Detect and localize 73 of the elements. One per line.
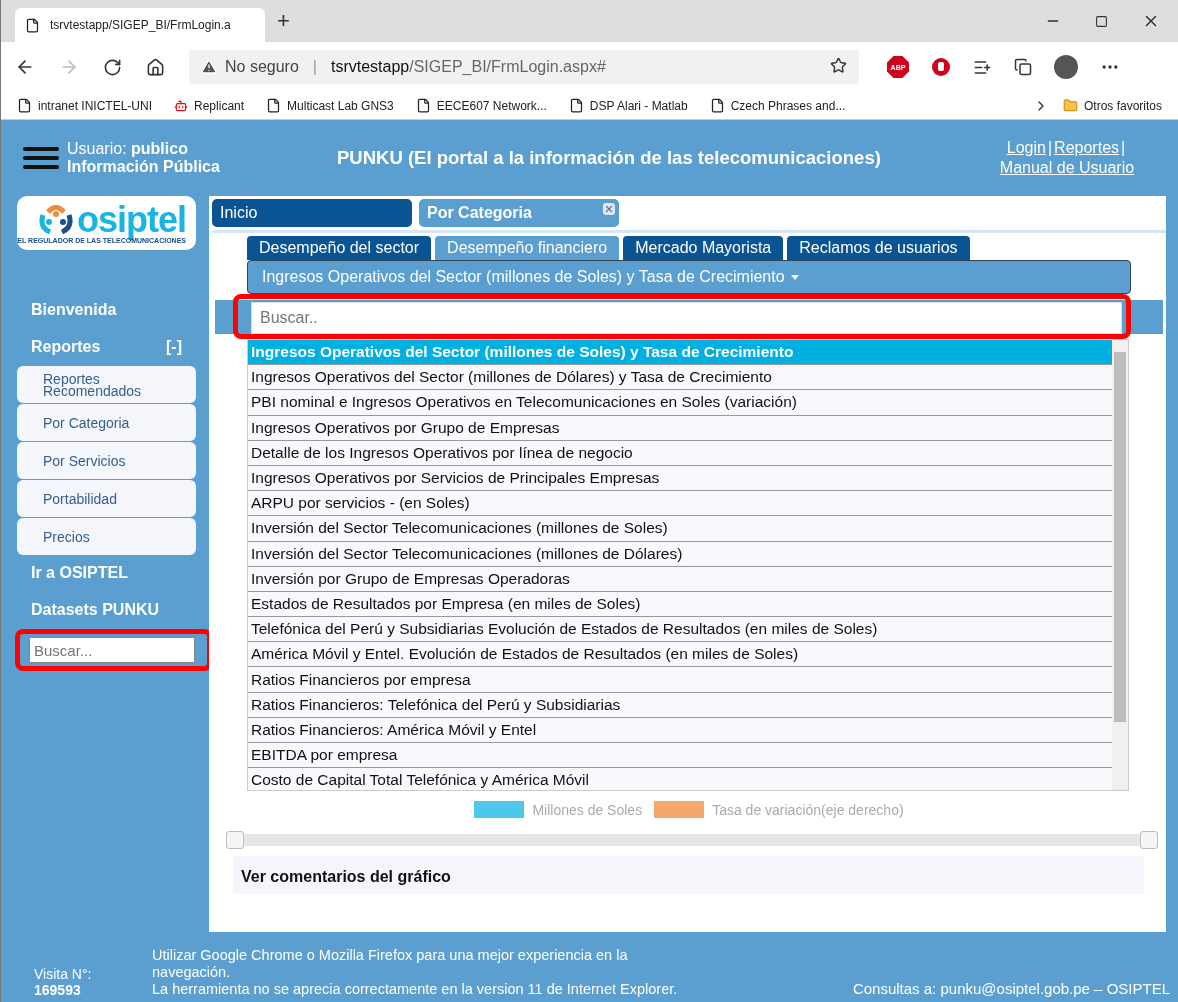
sidebar-subitem[interactable]: Por Servicios (17, 442, 196, 479)
dropdown-option[interactable]: Ingresos Operativos por Servicios de Principales Empresas (248, 465, 1112, 492)
browser-tab[interactable]: tsrvtestapp/SIGEP_BI/FrmLogin.a (15, 8, 265, 42)
url-separator: | (312, 58, 317, 76)
dropdown-option[interactable]: Inversión del Sector Telecomunicaciones (millones de Soles) (248, 516, 1112, 542)
link-separator: | (1047, 139, 1053, 156)
people-icon (39, 204, 73, 235)
page-icon (266, 98, 282, 113)
bookmark-link[interactable]: intranet INICTEL-UNI (17, 98, 153, 113)
scrollbar[interactable] (1112, 340, 1128, 790)
star-icon[interactable] (830, 56, 847, 74)
dropdown-option[interactable]: PBI nominal e Ingresos Operativos en Telecomunicaciones en Soles (variación) (248, 390, 1112, 416)
slider-handle[interactable] (226, 831, 244, 849)
sidebar-subitem[interactable]: Precios (17, 518, 196, 555)
footer-note: Utilizar Google Chrome o Mozilla Firefox para una mejor experiencia en la navegación. (152, 947, 629, 981)
range-slider[interactable] (226, 830, 1158, 850)
page-icon (17, 98, 32, 113)
dropdown-option[interactable]: Ratios Financieros: Telefónica del Perú y Subsidiarias (248, 692, 1112, 718)
legend-label: Tasa de variación(eje derecho) (712, 801, 904, 818)
dropdown-option[interactable]: Costo de Capital Total Telefónica y América Móvil (248, 768, 1112, 790)
dropdown-option[interactable]: Ratios Financieros: América Móvil y Entel (248, 717, 1112, 743)
dropdown-option[interactable]: ARPU por servicios - (en Soles) (248, 491, 1112, 517)
bookmark-folder[interactable]: Otros favoritos (1062, 98, 1162, 113)
collections-icon[interactable] (1014, 58, 1032, 76)
page-title: PUNKU (El portal a la información de las telecomunicaciones) (337, 147, 882, 169)
bookmark-link[interactable]: Czech Phrases and... (709, 98, 846, 113)
dropdown-option[interactable]: Telefónica del Perú y Subsidiarias Evolución de Estados de Resultados (en miles de Soles) (248, 617, 1112, 643)
new-tab-button[interactable]: + (277, 8, 290, 34)
contact-text: Consultas a: punku@osiptel.gob.pe – OSIPTEL (852, 980, 1171, 998)
dropdown-option[interactable]: Estados de Resultados por Empresa (en miles de Soles) (248, 591, 1112, 618)
dropdown-option[interactable]: Inversión por Grupo de Empresas Operadoras (248, 566, 1112, 592)
dropdown-option[interactable]: Ratios Financieros por empresa (248, 667, 1112, 693)
warning-icon (201, 59, 217, 75)
home-icon[interactable] (146, 57, 165, 77)
reload-icon[interactable] (103, 57, 122, 77)
tab[interactable]: Desempeño del sector (247, 236, 432, 260)
dropdown-option[interactable]: Inversión del Sector Telecomunicaciones (millones de Dólares) (248, 541, 1112, 567)
footer-note: La herramienta no se aprecia correctamente en la version 11 de Internet Explorer. (152, 981, 679, 998)
stop-icon[interactable] (931, 57, 951, 77)
bookmark-link[interactable]: Replicant (174, 98, 245, 113)
bookmark-link[interactable]: DSP Alari - Matlab (568, 98, 688, 113)
menu-icon[interactable] (23, 147, 59, 169)
dropdown-option[interactable]: EBITDA por empresa (248, 743, 1112, 769)
page-icon (568, 98, 584, 113)
search-field[interactable]: Buscar... (29, 637, 195, 663)
visit-count: 169593 (34, 982, 82, 998)
comments-toggle[interactable]: Ver comentarios del gráfico (233, 856, 1144, 894)
sidebar-subitem[interactable]: Por Categoria (17, 404, 196, 441)
robot-icon (174, 98, 189, 113)
user-profile: Información Pública (67, 158, 221, 176)
user-label: Usuario: publico (67, 140, 189, 158)
sidebar-subitem[interactable]: Portabilidad (17, 480, 196, 517)
dropdown-option[interactable]: América Móvil y Entel. Evolución de Estados de Resultados (en miles de Soles) (248, 642, 1112, 668)
bookmark-link[interactable]: EECE607 Network... (415, 98, 547, 113)
sidebar-subitem[interactable]: Reportes Recomendados (17, 366, 196, 403)
bookmark-link[interactable]: Multicast Lab GNS3 (266, 98, 394, 113)
legend-label: Millones de Soles (532, 801, 643, 818)
caret-icon (790, 274, 799, 280)
page-icon (709, 98, 725, 113)
tab[interactable]: Reclamos de usuarios (787, 236, 970, 260)
address-bar[interactable]: No seguro | tsrvtestapp/SIGEP_BI/FrmLogin.aspx# (189, 50, 859, 84)
dropdown-option[interactable]: Detalle de los Ingresos Operativos por línea de negocio (248, 440, 1112, 466)
tab[interactable]: Inicio (212, 199, 412, 227)
folder-icon (1062, 98, 1078, 113)
tab[interactable]: Mercado Mayorista (623, 236, 784, 260)
page-icon (25, 17, 40, 33)
dropdown-option[interactable]: Ingresos Operativos por Grupo de Empresas (248, 415, 1112, 441)
avatar[interactable] (1054, 55, 1078, 79)
slider-handle[interactable] (1140, 831, 1158, 849)
visit-label: Visita N°: (34, 966, 93, 982)
page-icon (415, 98, 431, 113)
link-separator: | (1121, 139, 1126, 156)
dropdown-option[interactable]: Ingresos Operativos del Sector (millones de Dólares) y Tasa de Crecimiento (248, 365, 1112, 391)
